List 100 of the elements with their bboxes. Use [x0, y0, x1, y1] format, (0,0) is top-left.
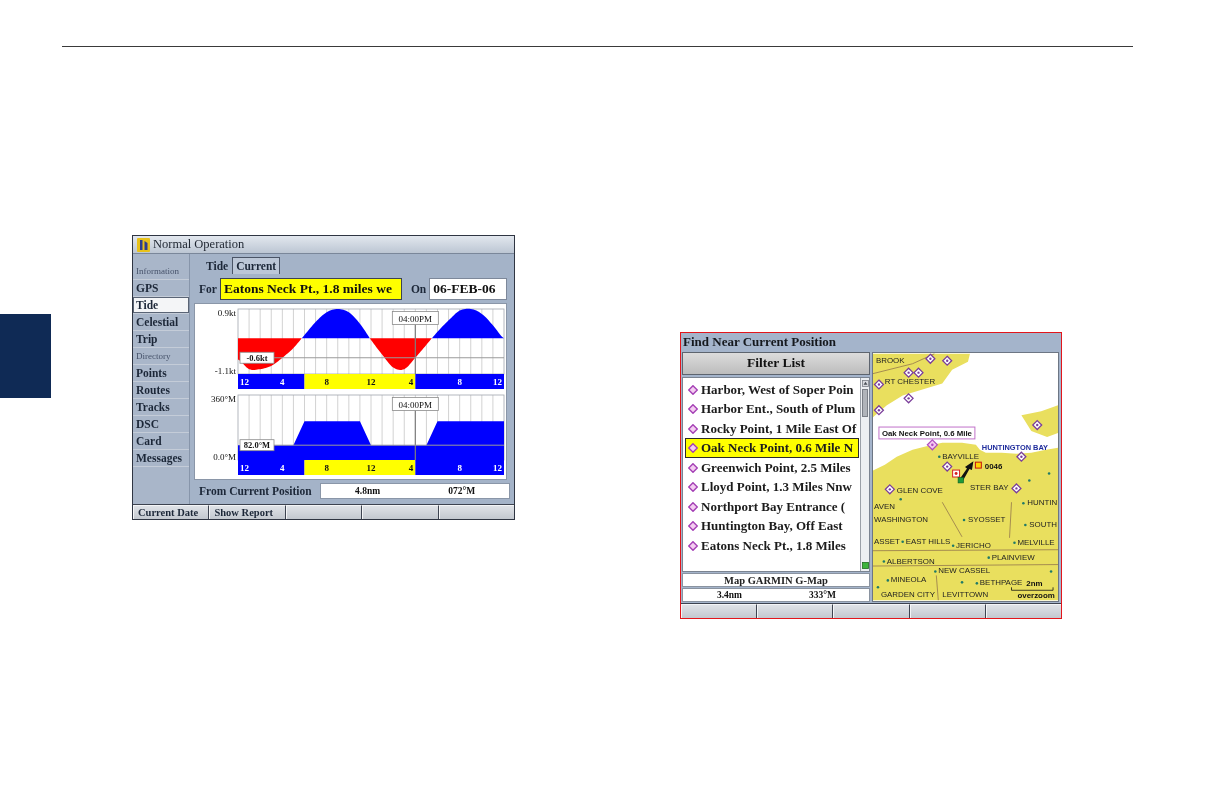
menu-item[interactable]: Tide — [133, 297, 189, 314]
result-item[interactable]: Eatons Neck Pt., 1.8 Miles — [685, 535, 859, 556]
waypoint-icon[interactable] — [873, 379, 885, 390]
waypoint-icon[interactable] — [941, 461, 953, 472]
softkey-button[interactable] — [438, 505, 515, 519]
scrollbar-thumb[interactable] — [862, 388, 868, 417]
place-label: SOUTH — [1029, 519, 1057, 529]
hour-label: 8 — [324, 377, 329, 387]
town-dot-icon — [951, 544, 955, 548]
waypoint-icon[interactable] — [1031, 419, 1043, 431]
flag-icon — [974, 461, 982, 469]
road-line — [935, 575, 939, 601]
hour-label: 12 — [493, 463, 502, 473]
waypoint-icon[interactable] — [903, 393, 914, 404]
axis-label: 0.9kt — [217, 308, 236, 318]
place-label: WASHINGTON — [874, 515, 928, 524]
road-line — [1009, 501, 1012, 539]
scrollbar[interactable] — [860, 377, 869, 572]
menu-item[interactable]: Messages — [133, 450, 189, 467]
softkey-button[interactable]: Current Date — [133, 505, 210, 519]
waypoint-icon[interactable] — [913, 367, 924, 378]
field-label: On — [410, 282, 427, 295]
result-item[interactable]: Northport Bay Entrance ( — [685, 496, 859, 517]
reading-label: 82.0°M — [239, 439, 275, 452]
result-item[interactable]: Greenwich Point, 2.5 Miles — [685, 457, 859, 478]
waypoint-icon[interactable] — [873, 404, 885, 416]
tab[interactable]: Tide — [202, 257, 233, 274]
town-dot-icon — [987, 556, 991, 559]
hour-label: 4 — [408, 463, 414, 473]
place-label: NEW CASSEL — [938, 566, 991, 576]
waypoint-icon[interactable] — [884, 484, 896, 495]
softkey-button[interactable] — [285, 505, 363, 519]
result-item[interactable]: Oak Neck Point, 0.6 Mile N — [685, 438, 859, 458]
result-item[interactable]: Harbor Ent., South of Plum — [685, 399, 859, 419]
hour-label: 12 — [493, 377, 502, 387]
result-item[interactable]: Rocky Point, 1 Mile East Of — [685, 418, 859, 439]
hour-label: 4 — [408, 377, 414, 387]
town-dot-icon — [899, 497, 902, 501]
waypoint-icon[interactable] — [903, 367, 914, 378]
waypoint-icon[interactable] — [1011, 483, 1022, 494]
waypoint-icon[interactable] — [1016, 451, 1027, 463]
town-dot-icon — [1028, 479, 1031, 482]
waypoint-icon — [688, 423, 698, 434]
town-dot-icon — [934, 570, 937, 573]
menu-item[interactable]: Tracks — [133, 399, 189, 416]
scroll-up-icon[interactable] — [861, 379, 869, 387]
town-dot-icon — [1047, 472, 1051, 475]
town-dot-icon — [876, 586, 880, 589]
negative-current-area — [369, 338, 432, 370]
night-band — [238, 460, 305, 475]
menu-item[interactable]: Trip — [133, 331, 189, 348]
field-label: For — [199, 282, 217, 295]
distance-value: 3.4nm — [716, 590, 743, 600]
softkey-button[interactable] — [909, 604, 986, 618]
result-item[interactable]: Huntington Bay, Off East — [685, 516, 859, 536]
waypoint-icon — [688, 443, 698, 454]
waypoint-icon — [688, 462, 698, 473]
place-label: MELVILLE — [1017, 537, 1055, 547]
map-view[interactable] — [872, 352, 1059, 602]
place-label: GARDEN CITY — [880, 590, 935, 600]
cursor-time-label: 04:00PM — [391, 311, 439, 325]
place-label: EAST HILLS — [905, 536, 951, 546]
menu-item[interactable]: Celestial — [133, 314, 189, 331]
menu-item[interactable]: Points — [133, 365, 189, 382]
waypoint-icon — [688, 501, 698, 512]
waypoint-icon[interactable] — [926, 439, 939, 451]
waypoint-icon[interactable] — [941, 355, 953, 367]
place-label: GLEN COVE — [896, 486, 943, 496]
result-item[interactable]: Harbor, West of Soper Poin — [685, 379, 859, 400]
result-item[interactable]: Lloyd Point, 1.3 Miles Nnw — [685, 477, 859, 497]
menu-item[interactable]: DSC — [133, 416, 189, 433]
filter-button[interactable]: Filter List — [682, 352, 870, 375]
softkey-button[interactable]: Show Report — [209, 505, 286, 519]
hour-label: 8 — [324, 463, 329, 473]
hour-label: 8 — [457, 377, 462, 387]
bearing-value: 072°M — [448, 486, 476, 496]
land-area — [1021, 405, 1058, 437]
tab[interactable]: Current — [232, 257, 281, 274]
menu-item[interactable]: Routes — [133, 382, 189, 399]
town-dot-icon — [1013, 541, 1016, 545]
place-label: BETHPAGE — [979, 578, 1023, 588]
scroll-down-icon[interactable] — [861, 562, 869, 570]
place-label: RT CHESTER — [884, 376, 936, 386]
station-field[interactable]: Eatons Neck Pt., 1.8 miles we — [219, 277, 402, 300]
app-icon — [137, 237, 150, 252]
town-dot-icon — [1022, 501, 1025, 505]
night-band — [238, 374, 305, 389]
place-label: AVEN — [874, 502, 895, 512]
waypoint-icon[interactable] — [925, 353, 936, 365]
date-field[interactable]: 06-FEB-06 — [429, 277, 508, 300]
town-dot-icon — [1049, 570, 1053, 573]
hour-label: 12 — [240, 377, 249, 387]
town-dot-icon — [960, 581, 964, 584]
marker-icon — [952, 469, 961, 478]
menu-item[interactable]: Card — [133, 433, 189, 450]
town-dot-icon — [886, 579, 890, 582]
zoom-status-label: overzoom — [1017, 591, 1055, 601]
hour-label: 12 — [240, 463, 249, 473]
hour-label: 12 — [366, 377, 376, 387]
vessel-label: 0046 — [984, 461, 1003, 471]
